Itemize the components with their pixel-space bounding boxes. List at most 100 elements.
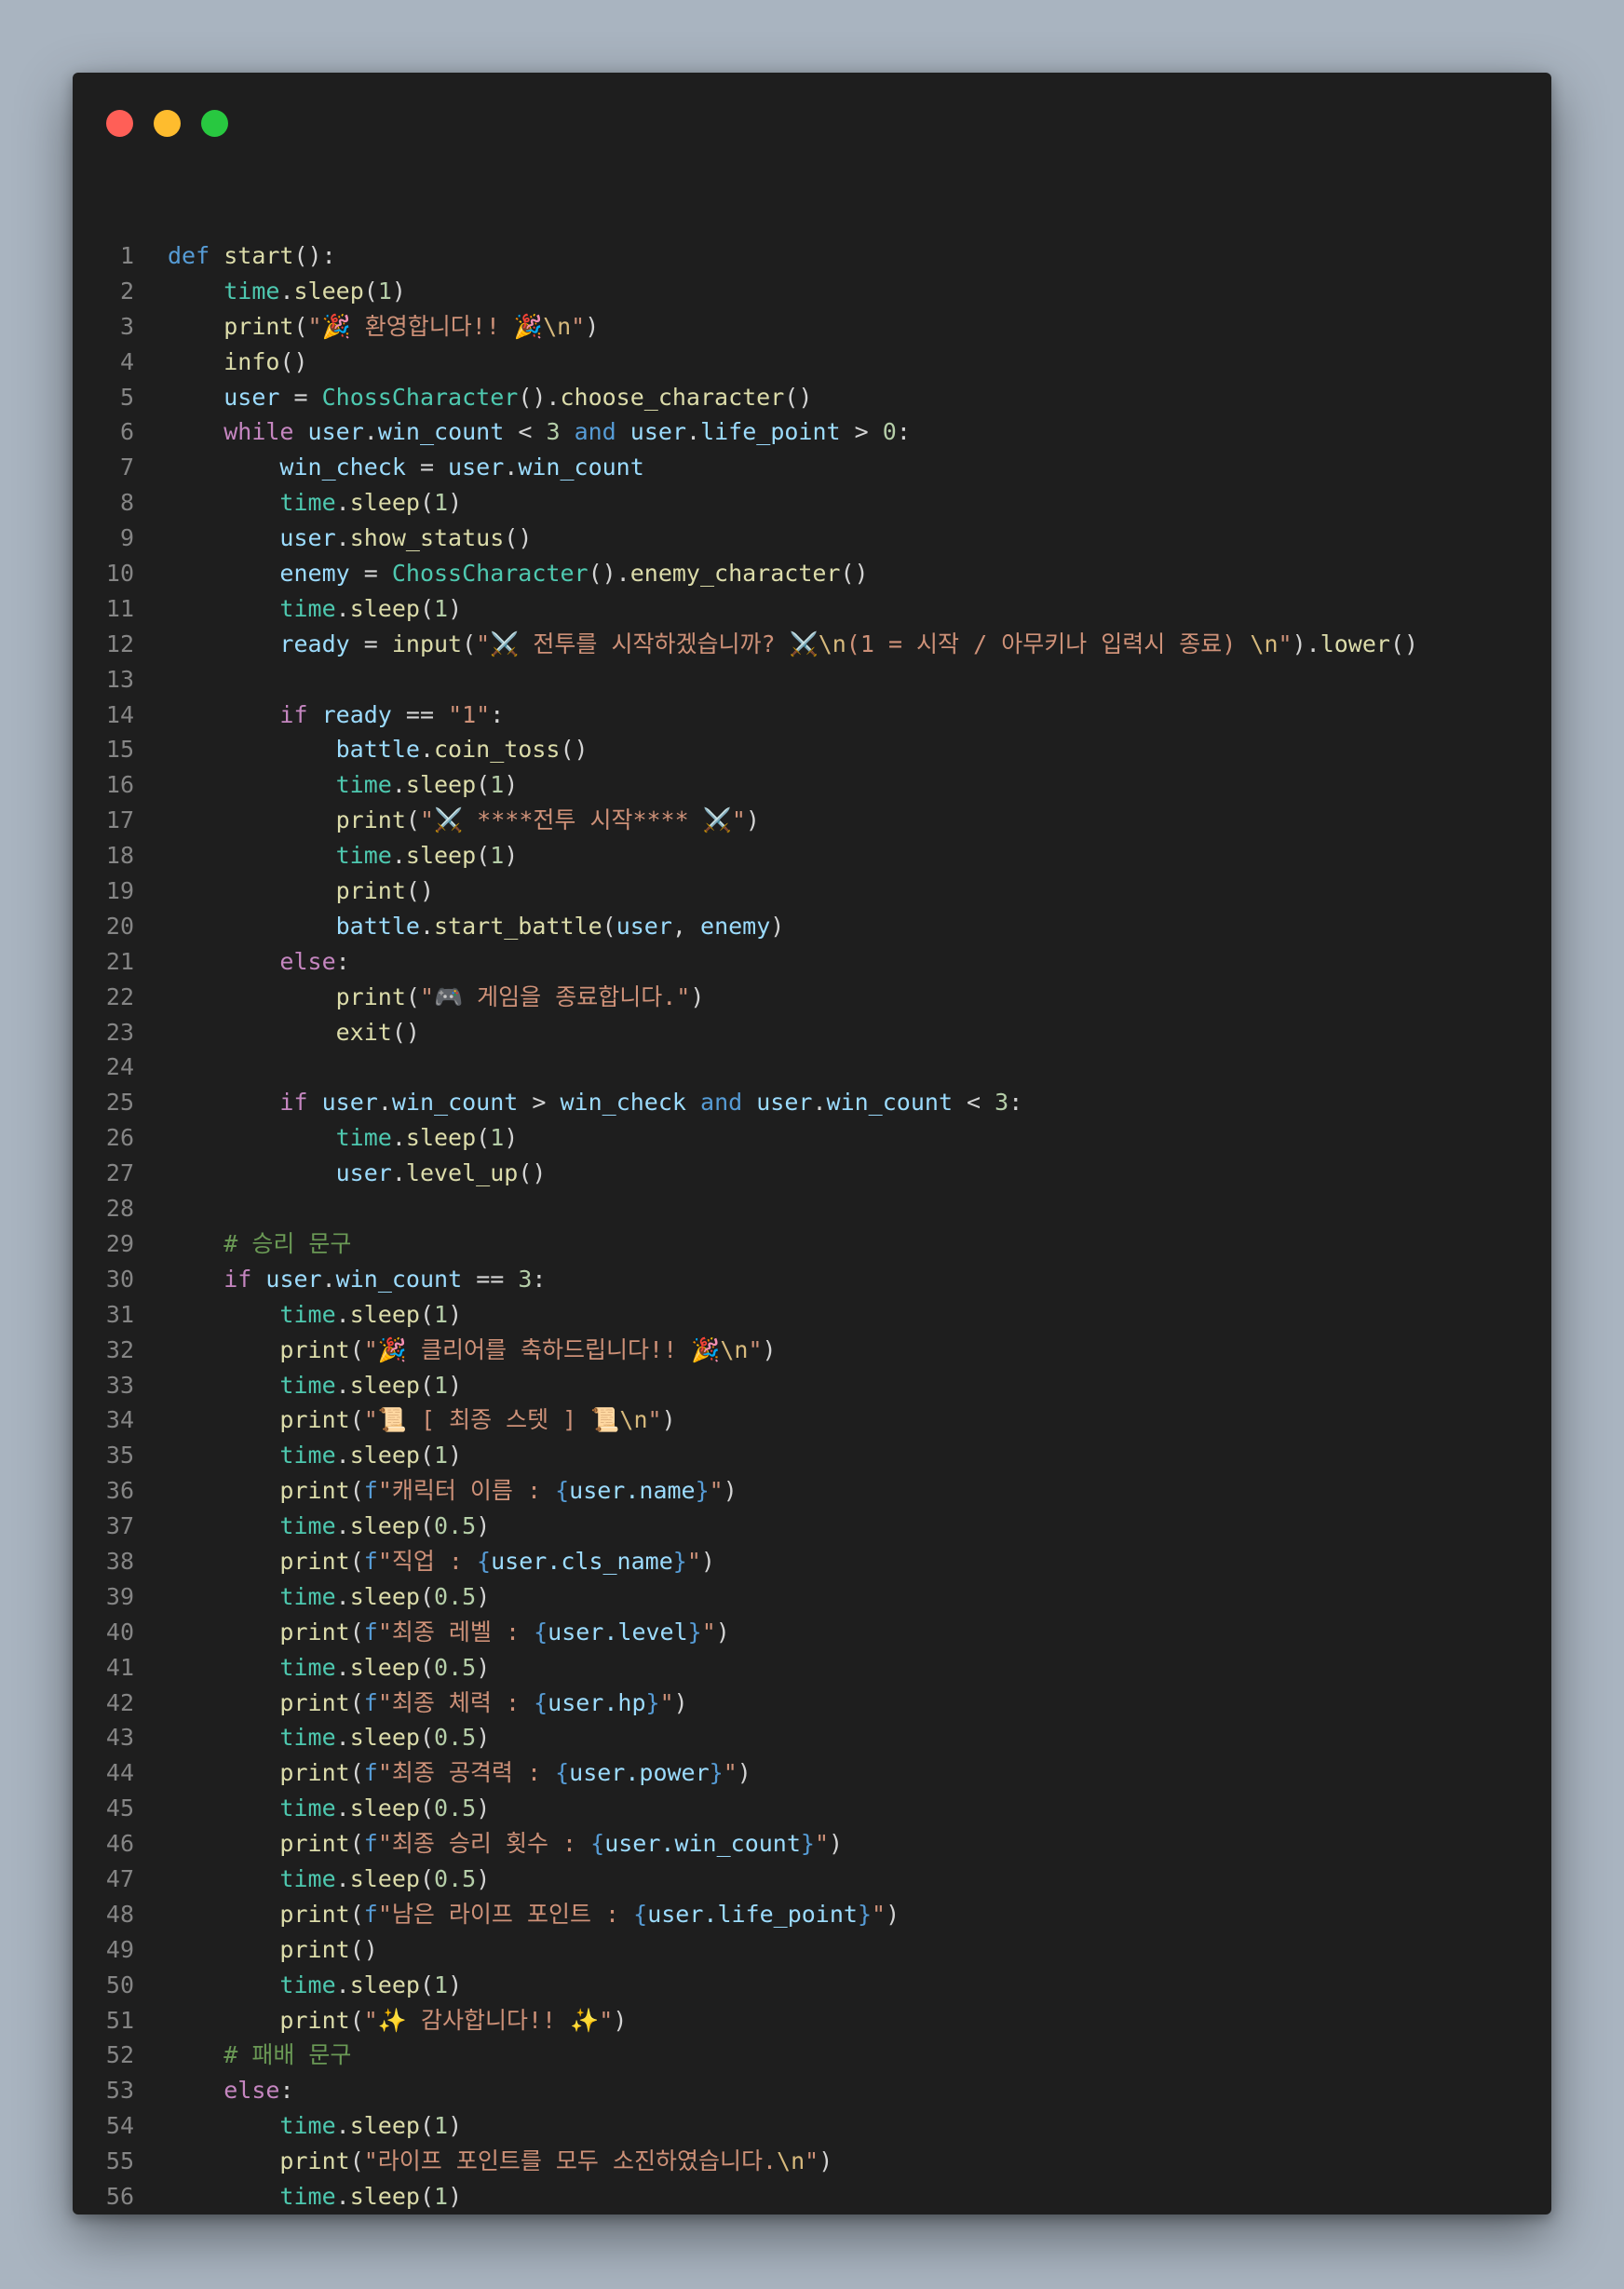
code-token: start_battle <box>434 912 602 940</box>
code-token: f <box>363 1688 378 1716</box>
code-line: 3 print("🎉 환영합니다!! 🎉\n") <box>73 309 1551 345</box>
code-token: ( <box>419 1653 435 1681</box>
code-token: ( <box>419 1795 435 1822</box>
line-number: 8 <box>119 489 134 517</box>
code-text: exit() <box>168 1015 420 1050</box>
code-token: sleep <box>349 1582 420 1610</box>
code-text: print("라이프 포인트를 모두 소진하였습니다.\n") <box>168 2144 832 2179</box>
code-token: 1 <box>377 277 392 305</box>
code-text: else: <box>168 944 349 980</box>
code-token: enemy <box>700 912 771 940</box>
code-line: 14 if ready == "1": <box>73 698 1551 733</box>
code-text: print("🎉 클리어를 축하드립니다!! 🎉\n") <box>168 1333 776 1368</box>
code-token: : <box>532 1265 547 1293</box>
code-token: sleep <box>349 1300 420 1328</box>
code-text: time.sleep(0.5) <box>168 1791 490 1826</box>
code-line: 41 time.sleep(0.5) <box>73 1650 1551 1686</box>
code-token: user.win_count <box>604 1830 801 1858</box>
code-token: sleep <box>405 842 477 870</box>
line-number: 26 <box>105 1124 134 1152</box>
code-token: f <box>363 1618 378 1646</box>
code-token: time <box>279 1371 336 1399</box>
code-line: 33 time.sleep(1) <box>73 1368 1551 1403</box>
code-token: () <box>279 347 308 375</box>
code-token: f <box>363 1900 378 1928</box>
code-line: 28 <box>73 1191 1551 1226</box>
code-token: battle <box>335 912 420 940</box>
code-token: "캐릭터 이름 : <box>377 1477 556 1505</box>
code-token: 0.5 <box>434 1795 477 1822</box>
code-token: . <box>335 2112 350 2140</box>
code-token: user.life_point <box>647 1900 858 1928</box>
code-token: ) <box>745 806 760 834</box>
code-line: 26 time.sleep(1) <box>73 1120 1551 1156</box>
code-token: . <box>335 1864 350 1892</box>
code-token: f <box>363 1547 378 1575</box>
code-token: "남은 라이프 포인트 : <box>377 1900 634 1928</box>
code-token: . <box>335 1512 350 1540</box>
code-line: 51 print("✨ 감사합니다!! ✨") <box>73 2003 1551 2038</box>
code-token: print <box>279 1547 350 1575</box>
code-token: ( <box>419 1724 435 1752</box>
code-token: 1 <box>434 1371 449 1399</box>
code-text: def start(): <box>168 238 336 274</box>
line-number: 16 <box>105 771 134 799</box>
code-token: ) <box>476 1582 491 1610</box>
code-token: () <box>1389 630 1419 657</box>
code-line: 17 print("⚔️ ****전투 시작**** ⚔️") <box>73 803 1551 838</box>
line-number: 52 <box>105 2041 134 2069</box>
line-number: 39 <box>105 1582 134 1610</box>
code-token: "📜 [ 최종 스텟 ] 📜 <box>363 1406 620 1434</box>
code-token: . <box>335 1795 350 1822</box>
code-token: def <box>168 242 210 269</box>
line-number: 29 <box>105 1229 134 1257</box>
code-line: 4 info() <box>73 345 1551 380</box>
line-number: 19 <box>105 877 134 905</box>
code-token: print <box>279 2147 350 2175</box>
code-token: time <box>279 489 336 517</box>
code-token: while <box>223 418 294 446</box>
code-token: ( <box>363 277 378 305</box>
code-token: 1 <box>434 1971 449 1998</box>
line-number: 30 <box>105 1265 134 1293</box>
maximize-window-button[interactable] <box>201 110 228 137</box>
line-number: 44 <box>105 1759 134 1787</box>
code-token: : <box>1008 1089 1023 1117</box>
code-token: if <box>279 700 308 728</box>
code-token: sleep <box>405 771 477 799</box>
line-number: 11 <box>105 594 134 622</box>
code-token: ( <box>419 1442 435 1470</box>
code-token: { <box>534 1618 548 1646</box>
code-token: print <box>279 1935 350 1963</box>
code-token: print <box>335 877 406 905</box>
code-token: print <box>335 806 406 834</box>
line-number: 45 <box>105 1795 134 1822</box>
code-token: \n <box>1250 630 1279 657</box>
code-token: user <box>279 524 336 552</box>
code-text: print("🎉 환영합니다!! 🎉\n") <box>168 309 599 345</box>
code-token: 0.5 <box>434 1512 477 1540</box>
code-token: ). <box>1292 630 1320 657</box>
line-number: 4 <box>119 347 134 375</box>
code-token: win_count <box>518 454 644 481</box>
line-number: 28 <box>105 1195 134 1223</box>
code-token: print <box>279 2006 350 2034</box>
code-token: 0.5 <box>434 1582 477 1610</box>
code-token: "최종 레벨 : <box>377 1618 535 1646</box>
close-window-button[interactable] <box>106 110 133 137</box>
code-token: and <box>574 418 616 446</box>
minimize-window-button[interactable] <box>154 110 181 137</box>
code-token: time <box>279 1795 336 1822</box>
code-token: lower <box>1320 630 1390 657</box>
code-token: () <box>405 877 434 905</box>
code-line: 5 user = ChossCharacter().choose_charact… <box>73 380 1551 415</box>
